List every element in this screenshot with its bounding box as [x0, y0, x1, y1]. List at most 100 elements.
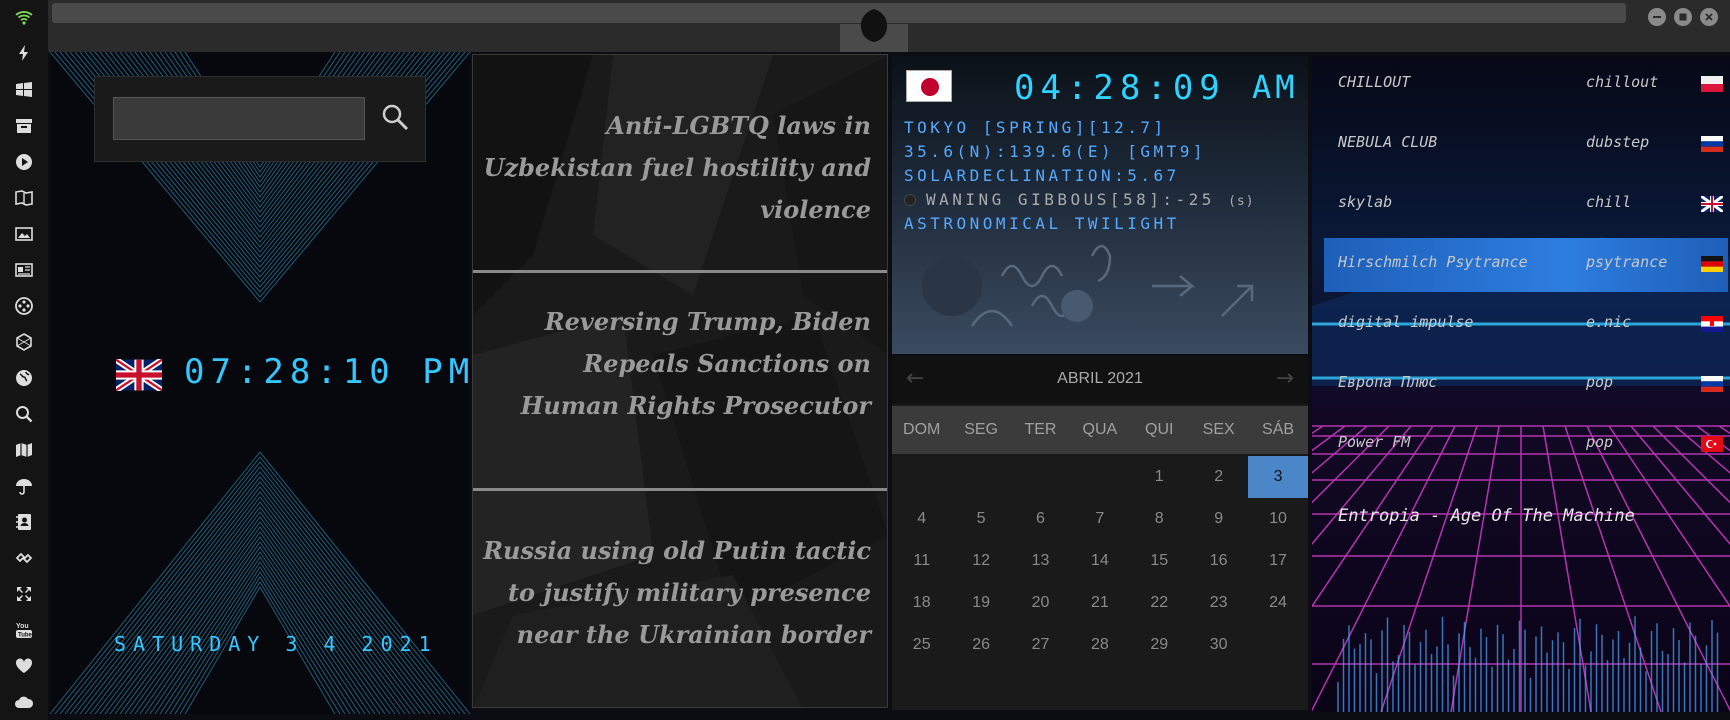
calendar-day[interactable]: 1	[1130, 456, 1189, 498]
tokyo-solar-line: SOLARDECLINATION:5.67	[904, 166, 1180, 185]
radio-station-item[interactable]: digital impulse e.nic	[1324, 298, 1728, 352]
calendar-empty-cell	[1011, 456, 1070, 498]
fullscreen-icon[interactable]	[13, 583, 35, 605]
japan-flag-icon	[906, 70, 952, 102]
weekday-label: QUI	[1145, 421, 1174, 438]
radio-station-item[interactable]: NEBULA CLUB dubstep	[1324, 118, 1728, 172]
radio-panel: CHILLOUT chillout NEBULA CLUB dubstep skylab…	[1312, 56, 1730, 712]
close-button[interactable]	[1700, 8, 1718, 26]
calendar-day[interactable]: 11	[892, 540, 951, 582]
uk-flag-icon	[116, 359, 162, 391]
calendar-day[interactable]: 7	[1070, 498, 1129, 540]
calendar-day[interactable]: 25	[892, 624, 951, 666]
book-icon[interactable]	[13, 187, 35, 209]
svg-text:You: You	[16, 623, 29, 630]
news-item[interactable]: Russia using old Putin tactic to justify…	[481, 530, 871, 656]
calendar-day[interactable]: 8	[1130, 498, 1189, 540]
hexagon-icon[interactable]	[13, 331, 35, 353]
wifi-icon[interactable]	[13, 6, 35, 28]
calendar-day[interactable]: 21	[1070, 582, 1129, 624]
link-icon[interactable]	[13, 547, 35, 569]
tokyo-clock-time: 04:28:09	[1014, 68, 1226, 108]
title-bar	[48, 0, 1730, 52]
rebel-alliance-logo-icon[interactable]	[854, 6, 894, 46]
russia-flag-icon	[1701, 136, 1723, 152]
calendar-weekdays: DOM SEG TER QUA QUI SEX SÁB	[892, 406, 1308, 454]
windows-icon[interactable]	[13, 79, 35, 101]
radio-station-item[interactable]: Европа Плюс pop	[1324, 358, 1728, 412]
calendar-week-row: 11 12 13 14 15 16 17	[892, 540, 1308, 582]
calendar-day[interactable]: 14	[1070, 540, 1129, 582]
calendar-month-label: ABRIL 2021	[1057, 370, 1143, 387]
news-icon[interactable]	[13, 259, 35, 281]
sidebar: You Tube	[0, 0, 48, 720]
youtube-icon[interactable]: You Tube	[13, 619, 35, 641]
heart-icon[interactable]	[13, 655, 35, 677]
tokyo-moon-line: WANING GIBBOUS[58]:-25 (s)	[904, 190, 1255, 209]
search-icon[interactable]	[13, 403, 35, 425]
calendar-next-button[interactable]: →	[1276, 366, 1294, 391]
calendar-day[interactable]: 10	[1248, 498, 1307, 540]
calendar-day[interactable]: 3	[1248, 456, 1308, 498]
radio-station-item[interactable]: CHILLOUT chillout	[1324, 58, 1728, 112]
minimize-button[interactable]	[1648, 8, 1666, 26]
calendar-day[interactable]: 16	[1189, 540, 1248, 582]
lightning-icon[interactable]	[13, 42, 35, 64]
moon-unit: (s)	[1228, 194, 1255, 209]
tokyo-clock-ampm: AM	[1252, 68, 1299, 106]
film-reel-icon[interactable]	[13, 295, 35, 317]
calendar-day[interactable]: 13	[1011, 540, 1070, 582]
maximize-button[interactable]	[1674, 8, 1692, 26]
calendar-day[interactable]: 19	[951, 582, 1010, 624]
turkey-flag-icon	[1701, 436, 1723, 452]
station-name: skylab	[1338, 193, 1393, 211]
cloud-icon[interactable]	[13, 691, 35, 713]
station-genre: dubstep	[1586, 133, 1650, 151]
calendar-day[interactable]: 29	[1130, 624, 1189, 666]
world-clock-panel: 07:28:10 PM SATURDAY 3 4 2021	[50, 52, 470, 714]
now-playing-title: Entropia - Age Of The Machine	[1338, 506, 1635, 526]
calendar-day[interactable]: 26	[951, 624, 1010, 666]
calendar-day[interactable]: 24	[1248, 582, 1307, 624]
calendar-day[interactable]: 5	[951, 498, 1010, 540]
search-input[interactable]	[113, 97, 365, 140]
umbrella-icon[interactable]	[13, 475, 35, 497]
calendar-day[interactable]: 27	[1011, 624, 1070, 666]
calendar-day[interactable]: 30	[1189, 624, 1248, 666]
window-drag-bar[interactable]	[52, 3, 1626, 23]
calendar-day[interactable]: 9	[1189, 498, 1248, 540]
calendar-day[interactable]: 23	[1189, 582, 1248, 624]
calendar-day[interactable]: 6	[1011, 498, 1070, 540]
news-divider	[473, 270, 887, 273]
contacts-icon[interactable]	[13, 511, 35, 533]
calendar-day[interactable]: 18	[892, 582, 951, 624]
calendar-header: ← ABRIL 2021 →	[892, 356, 1308, 404]
weekday-label: TER	[1024, 421, 1057, 438]
calendar-day[interactable]: 22	[1130, 582, 1189, 624]
radio-station-item[interactable]: Hirschmilch Psytrance psytrance	[1324, 238, 1728, 292]
search-button[interactable]	[377, 99, 413, 135]
radio-station-item[interactable]: Power FM pop	[1324, 418, 1728, 472]
calendar-day[interactable]: 20	[1011, 582, 1070, 624]
russia-flag-icon	[1701, 376, 1723, 392]
calendar-day[interactable]: 15	[1130, 540, 1189, 582]
calendar-day[interactable]: 2	[1189, 456, 1248, 498]
map-icon[interactable]	[13, 439, 35, 461]
calendar-day[interactable]: 28	[1070, 624, 1129, 666]
archive-icon[interactable]	[13, 115, 35, 137]
image-icon[interactable]	[13, 223, 35, 245]
news-item[interactable]: Anti-LGBTQ laws in Uzbekistan fuel hosti…	[481, 105, 871, 231]
station-name: NEBULA CLUB	[1338, 133, 1438, 151]
calendar-empty-cell	[892, 456, 951, 498]
calendar-day[interactable]: 4	[892, 498, 951, 540]
news-item[interactable]: Reversing Trump, Biden Repeals Sanctions…	[481, 301, 871, 427]
radio-station-item[interactable]: skylab chill	[1324, 178, 1728, 232]
station-name: CHILLOUT	[1338, 73, 1411, 91]
moon-phase-icon	[904, 194, 916, 206]
globe-icon[interactable]	[13, 367, 35, 389]
calendar-day[interactable]: 12	[951, 540, 1010, 582]
news-panel: Anti-LGBTQ laws in Uzbekistan fuel hosti…	[472, 54, 888, 708]
calendar-day[interactable]: 17	[1248, 540, 1307, 582]
play-icon[interactable]	[13, 151, 35, 173]
uk-clock-date: SATURDAY 3 4 2021	[114, 632, 438, 656]
